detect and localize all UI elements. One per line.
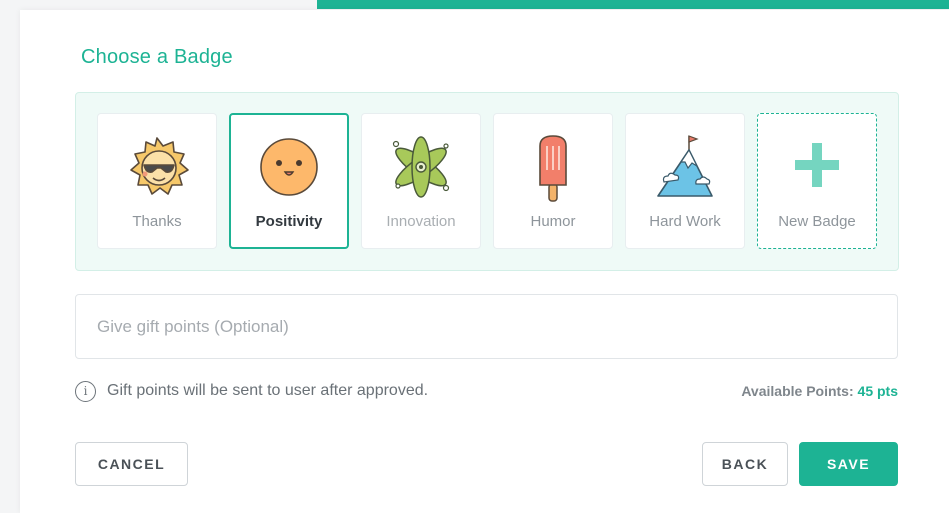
badge-innovation[interactable]: Innovation xyxy=(361,113,481,249)
badge-humor[interactable]: Humor xyxy=(493,113,613,249)
top-accent-bar xyxy=(317,0,949,9)
badge-label: Hard Work xyxy=(649,213,721,230)
badge-label: Innovation xyxy=(386,213,456,230)
dialog-title: Choose a Badge xyxy=(81,46,233,68)
available-points-value: 45 pts xyxy=(857,383,898,399)
new-badge-button[interactable]: New Badge xyxy=(757,113,877,249)
smiley-face-icon xyxy=(260,138,318,196)
gift-points-input[interactable] xyxy=(75,294,898,359)
badge-label: Humor xyxy=(530,213,576,230)
back-button[interactable]: BACK xyxy=(702,442,788,486)
cancel-button[interactable]: CANCEL xyxy=(75,442,188,486)
save-button[interactable]: SAVE xyxy=(799,442,898,486)
popsicle-icon xyxy=(539,135,567,202)
plus-icon xyxy=(795,143,839,187)
available-points: Available Points: 45 pts xyxy=(741,383,898,399)
sun-sunglasses-icon xyxy=(130,137,189,195)
info-icon: i xyxy=(75,380,96,402)
badge-positivity[interactable]: Positivity xyxy=(229,113,349,249)
info-text: Gift points will be sent to user after a… xyxy=(107,382,429,399)
badge-label: Thanks xyxy=(132,213,182,230)
badge-hard-work[interactable]: Hard Work xyxy=(625,113,745,249)
badge-thanks[interactable]: Thanks xyxy=(97,113,217,249)
atom-icon xyxy=(392,136,450,198)
gift-points-info: i Gift points will be sent to user after… xyxy=(75,380,428,402)
available-points-label: Available Points: xyxy=(741,383,854,399)
badge-label: Positivity xyxy=(255,213,323,230)
badge-label: New Badge xyxy=(778,213,856,230)
mountain-flag-icon xyxy=(657,135,713,197)
